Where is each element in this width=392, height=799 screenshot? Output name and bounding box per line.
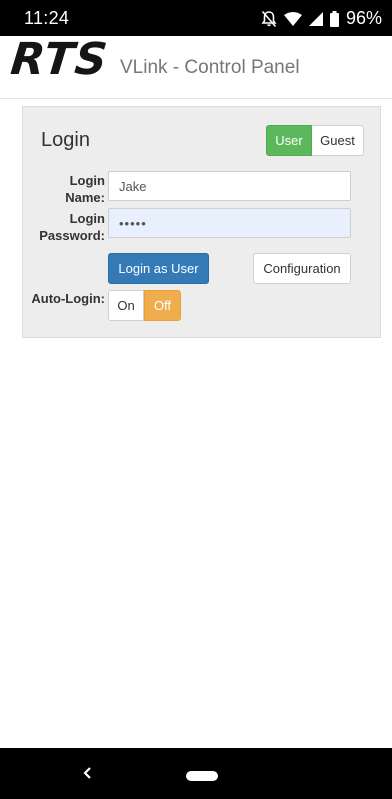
login-panel: Login User Guest Login Name: Jake Login …: [22, 106, 381, 338]
back-icon[interactable]: [82, 765, 94, 786]
app-content: RTS VLink - Control Panel Login User Gue…: [0, 34, 392, 748]
login-as-user-button[interactable]: Login as User: [108, 253, 209, 284]
auto-login-on-button[interactable]: On: [108, 290, 144, 321]
login-password-input[interactable]: •••••: [108, 208, 351, 238]
login-password-label-line1: Login: [69, 211, 105, 226]
user-toggle-button[interactable]: User: [266, 125, 312, 156]
app-header: RTS VLink - Control Panel: [0, 34, 392, 99]
guest-toggle-button[interactable]: Guest: [312, 125, 364, 156]
wifi-icon: [283, 11, 302, 26]
nav-bar: [0, 748, 392, 799]
battery-percent: 96%: [345, 8, 382, 28]
auto-login-off-button[interactable]: Off: [144, 290, 181, 321]
signal-icon: [308, 11, 323, 26]
notifications-off-icon: [261, 10, 277, 28]
page-title: VLink - Control Panel: [120, 57, 300, 78]
auto-login-label: Auto-Login:: [31, 291, 105, 306]
user-guest-toggle: User Guest: [266, 125, 364, 156]
login-name-input[interactable]: Jake: [108, 171, 351, 201]
login-password-label-line2: Password:: [39, 228, 105, 243]
login-password-label: Login Password:: [27, 210, 105, 244]
status-icons: 96%: [261, 8, 382, 29]
rts-logo: RTS: [8, 34, 111, 85]
configuration-button[interactable]: Configuration: [253, 253, 351, 284]
status-bar: 11:24 96%: [0, 0, 392, 36]
login-panel-title: Login: [41, 129, 90, 151]
status-time: 11:24: [24, 8, 70, 28]
home-icon[interactable]: [186, 771, 218, 781]
battery-icon: [329, 10, 339, 27]
login-name-label: Login Name:: [65, 173, 105, 205]
auto-login-toggle: On Off: [108, 290, 181, 321]
